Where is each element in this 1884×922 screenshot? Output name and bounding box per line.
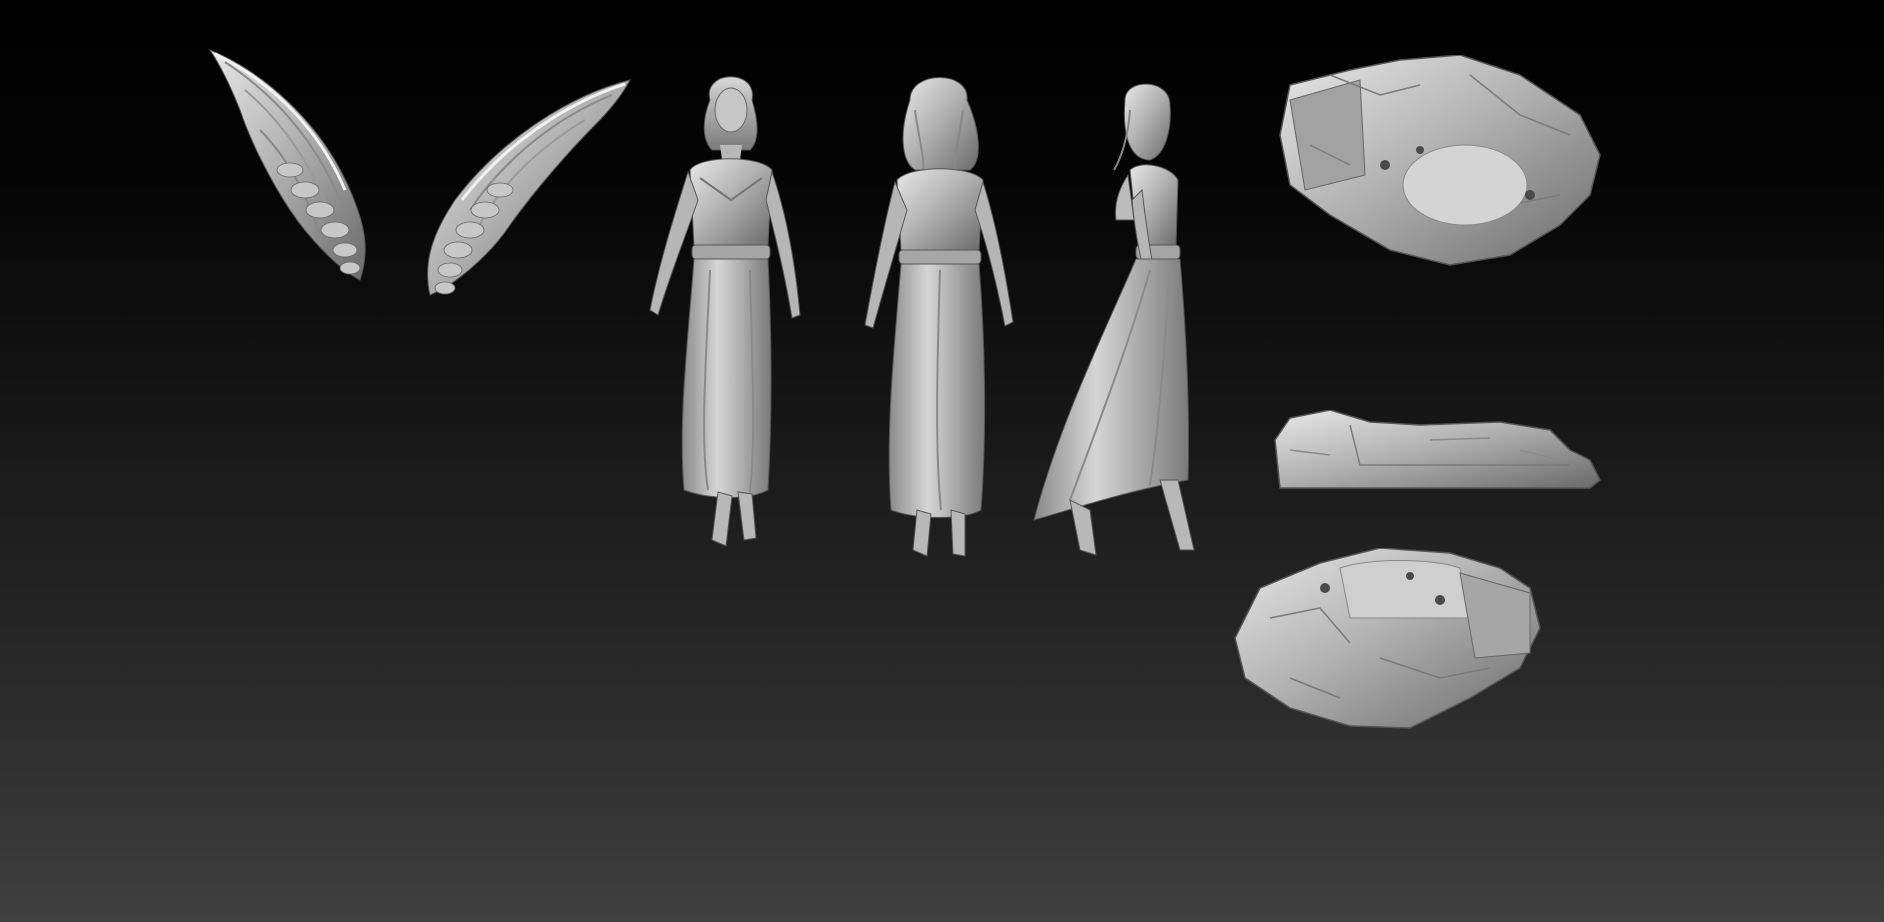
wings-model[interactable] — [200, 40, 640, 310]
figure-back-body — [864, 77, 1014, 557]
rock-base-side-model[interactable] — [1270, 410, 1610, 490]
rock-base-top-model[interactable] — [1270, 55, 1610, 275]
figure-back-model[interactable] — [855, 70, 1025, 570]
figure-side-model[interactable] — [1030, 80, 1210, 580]
rock-base-bottom-model[interactable] — [1230, 548, 1560, 733]
left-wing — [208, 48, 366, 281]
rock-bottom-shape — [1234, 548, 1541, 729]
sculpt-viewport[interactable] — [0, 0, 1884, 922]
right-wing — [427, 79, 631, 296]
figure-front-model[interactable] — [640, 60, 820, 570]
rock-side-shape — [1274, 410, 1601, 489]
rock-top-shape — [1279, 55, 1601, 266]
figure-side-body — [1033, 83, 1195, 556]
figure-front-body — [649, 76, 801, 547]
